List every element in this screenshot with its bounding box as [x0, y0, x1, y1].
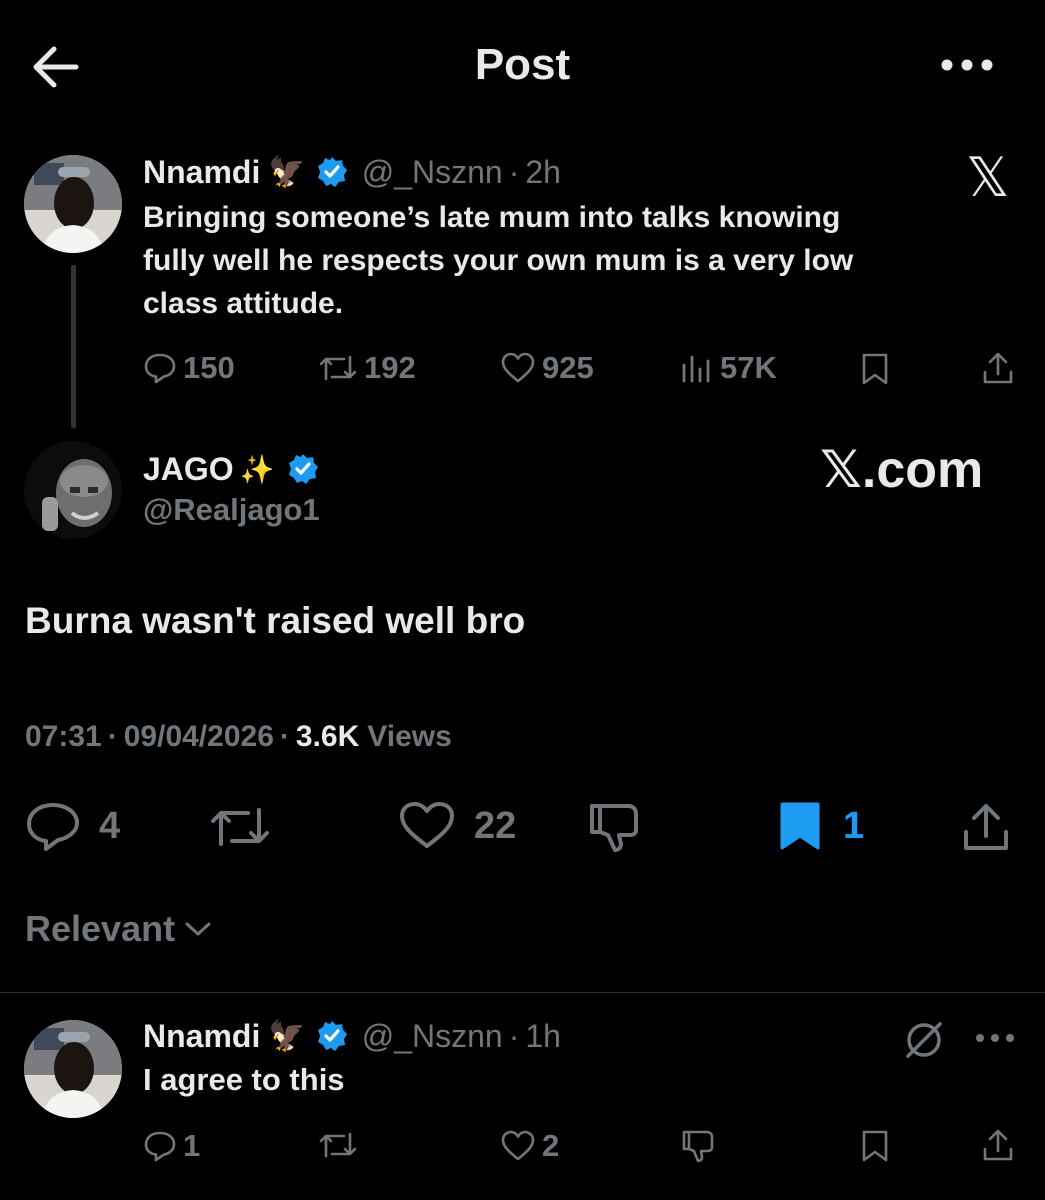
bookmark-icon[interactable]: [860, 1129, 890, 1163]
separator-dot: ·: [279, 720, 290, 753]
page-title: Post: [474, 40, 571, 89]
reply-button[interactable]: 1: [143, 1128, 200, 1164]
like-button[interactable]: 925: [500, 350, 594, 386]
thread-line: [71, 265, 76, 428]
share-icon[interactable]: [960, 800, 1012, 854]
post-time[interactable]: 2h: [525, 154, 561, 191]
bookmark-count: 1: [843, 804, 865, 847]
author-name[interactable]: Nnamdi: [143, 1018, 260, 1055]
sort-label: Relevant: [25, 908, 176, 949]
bookmark-filled-icon: [780, 802, 820, 850]
like-count: 22: [474, 804, 517, 847]
reply-icon: [27, 803, 79, 851]
reply-button[interactable]: 150: [143, 350, 235, 386]
sort-dropdown[interactable]: Relevant: [25, 908, 213, 950]
like-button[interactable]: 22: [398, 800, 516, 852]
like-button[interactable]: 2: [500, 1128, 559, 1164]
avatar[interactable]: [24, 155, 122, 253]
separator-dot: ·: [508, 1017, 520, 1054]
text-line: class attitude.: [143, 287, 344, 320]
views-count: 57K: [720, 350, 777, 385]
eagle-emoji: 🦅: [268, 1019, 306, 1053]
reply-icon: [144, 353, 176, 384]
avatar[interactable]: [24, 441, 122, 539]
eagle-emoji: 🦅: [268, 155, 306, 189]
repost-icon[interactable]: [208, 802, 272, 852]
heart-icon: [400, 802, 454, 848]
heart-icon: [501, 1130, 535, 1161]
more-options-icon[interactable]: [975, 1032, 1015, 1044]
post-time[interactable]: 1h: [525, 1018, 561, 1055]
xcom-watermark: 𝕏.com: [820, 441, 984, 499]
author-handle[interactable]: @_Nsznn: [362, 1018, 503, 1055]
reply-button[interactable]: 4: [25, 800, 120, 852]
main-author-row: JAGO ✨: [143, 448, 319, 490]
author-name[interactable]: Nnamdi: [143, 154, 260, 191]
verified-badge-icon: [287, 453, 319, 485]
verified-badge-icon: [316, 1020, 348, 1052]
views-count: 3.6K: [295, 720, 360, 753]
repost-count: 192: [364, 350, 416, 385]
main-post-text: Burna wasn't raised well bro: [25, 600, 526, 641]
repost-icon[interactable]: [318, 1128, 358, 1162]
author-name[interactable]: JAGO: [143, 451, 234, 488]
reply-count: 4: [99, 804, 121, 847]
views-button[interactable]: 57K: [680, 350, 777, 386]
analytics-icon: [682, 355, 710, 383]
sparkles-emoji: ✨: [239, 453, 275, 485]
author-handle[interactable]: @Realjago1: [143, 492, 320, 528]
repost-icon: [319, 355, 357, 381]
verified-badge-icon: [316, 156, 348, 188]
repost-button[interactable]: 192: [318, 350, 416, 386]
post-date[interactable]: 09/04/2026: [124, 720, 274, 754]
bookmark-icon[interactable]: [860, 352, 890, 386]
avatar[interactable]: [24, 1020, 122, 1118]
separator-dot: ·: [508, 153, 520, 190]
author-handle[interactable]: @_Nsznn: [362, 154, 503, 191]
reply-author-row: Nnamdi 🦅 @_Nsznn · 1h: [143, 1016, 561, 1056]
chevron-down-icon: [185, 922, 211, 936]
divider: [0, 992, 1045, 993]
heart-icon: [501, 352, 535, 383]
bookmark-button[interactable]: 1: [777, 800, 864, 852]
post-time[interactable]: 07:31: [25, 720, 102, 754]
dislike-icon[interactable]: [680, 1128, 716, 1164]
dislike-icon[interactable]: [586, 800, 642, 854]
views-label: Views: [367, 720, 452, 753]
quoted-post-text: Bringing someone’s late mum into talks k…: [143, 196, 853, 325]
reply-count: 150: [183, 350, 235, 385]
reply-icon: [144, 1131, 176, 1162]
post-meta: 07:31 · 09/04/2026 · 3.6K Views: [25, 720, 452, 754]
like-count: 925: [542, 350, 594, 385]
more-options-icon[interactable]: [940, 58, 996, 72]
reply-count: 1: [183, 1128, 201, 1163]
x-logo-icon: 𝕏: [966, 148, 1010, 208]
grok-icon[interactable]: [902, 1018, 946, 1062]
text-line: fully well he respects your own mum is a…: [143, 244, 854, 277]
share-icon[interactable]: [982, 1127, 1014, 1163]
quoted-author-row: Nnamdi 🦅 @_Nsznn · 2h: [143, 152, 561, 192]
like-count: 2: [542, 1128, 560, 1163]
text-line: Bringing someone’s late mum into talks k…: [143, 201, 841, 234]
separator-dot: ·: [107, 720, 118, 753]
reply-text: I agree to this: [143, 1062, 345, 1097]
share-icon[interactable]: [982, 350, 1014, 386]
